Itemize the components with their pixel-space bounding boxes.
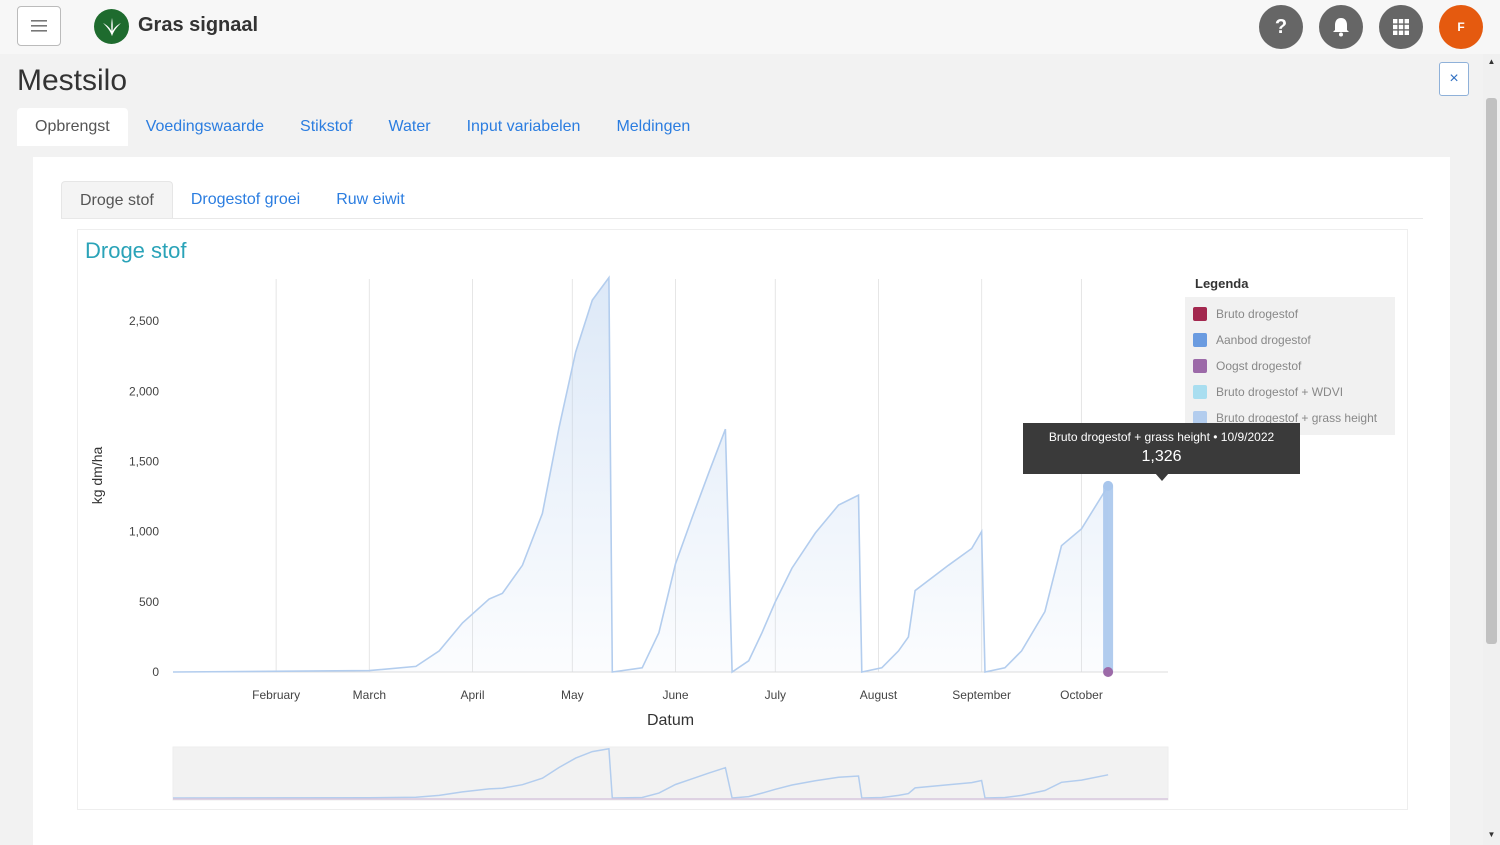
legend-label: Oogst drogestof	[1216, 359, 1302, 373]
legend-label: Bruto drogestof	[1216, 307, 1299, 321]
hover-marker	[1103, 480, 1114, 491]
close-button[interactable]: ×	[1439, 62, 1469, 96]
bell-icon	[1333, 18, 1349, 37]
chart-navigator[interactable]	[172, 746, 1169, 801]
sub-tabs-divider	[61, 218, 1423, 219]
x-tick-label: August	[860, 688, 898, 702]
x-tick-label: April	[460, 688, 484, 702]
hamburger-menu-icon	[31, 20, 47, 32]
page-scrollbar[interactable]: ▲ ▼	[1483, 54, 1500, 845]
legend-item-aanbod[interactable]: Aanbod drogestof	[1193, 330, 1311, 350]
x-tick-label: June	[662, 688, 688, 702]
hover-column	[1103, 485, 1114, 672]
tab-droge-stof[interactable]: Droge stof	[61, 181, 173, 219]
legend-item-wdvi[interactable]: Bruto drogestof + WDVI	[1193, 382, 1343, 402]
tooltip-arrow	[1155, 473, 1169, 481]
x-tick-label: March	[353, 688, 386, 702]
tab-ruw-eiwit[interactable]: Ruw eiwit	[318, 181, 422, 219]
y-tick-label: 2,000	[129, 384, 159, 398]
y-tick-label: 1,000	[129, 525, 159, 539]
oogst-marker	[1103, 667, 1114, 677]
legend-swatch	[1193, 333, 1207, 347]
legend-swatch	[1193, 385, 1207, 399]
close-icon: ×	[1449, 70, 1459, 87]
main-tabs: Opbrengst Voedingswaarde Stikstof Water …	[17, 108, 708, 146]
chart-legend: Bruto drogestof Aanbod drogestof Oogst d…	[1185, 297, 1395, 435]
top-bar: Gras signaal ? F	[0, 0, 1500, 54]
chart-tooltip: Bruto drogestof + grass height • 10/9/20…	[1023, 423, 1300, 474]
menu-button[interactable]	[17, 6, 61, 46]
x-axis-label: Datum	[647, 712, 694, 729]
help-button[interactable]: ?	[1259, 5, 1303, 49]
question-mark-icon: ?	[1274, 15, 1288, 38]
brand-name[interactable]: Gras signaal	[138, 14, 258, 37]
legend-swatch	[1193, 307, 1207, 321]
tab-voedingswaarde[interactable]: Voedingswaarde	[128, 108, 282, 146]
sub-tabs: Droge stof Drogestof groei Ruw eiwit	[61, 181, 423, 219]
apps-button[interactable]	[1379, 5, 1423, 49]
chart-series-area	[172, 275, 1114, 677]
tab-drogestof-groei[interactable]: Drogestof groei	[173, 181, 318, 219]
scroll-up-icon[interactable]: ▲	[1483, 57, 1500, 66]
y-axis-label: kg dm/ha	[89, 446, 105, 504]
tooltip-label: Bruto drogestof + grass height • 10/9/20…	[1048, 430, 1275, 444]
tooltip-value: 1,326	[1141, 448, 1182, 465]
grid-icon	[1393, 19, 1409, 35]
tab-opbrengst[interactable]: Opbrengst	[17, 108, 128, 146]
legend-label: Bruto drogestof + WDVI	[1216, 385, 1344, 399]
legend-item-oogst[interactable]: Oogst drogestof	[1193, 356, 1301, 376]
x-tick-label: May	[561, 688, 584, 702]
x-tick-label: July	[765, 688, 786, 702]
legend-title: Legenda	[1195, 276, 1249, 291]
tab-meldingen[interactable]: Meldingen	[598, 108, 708, 146]
user-avatar[interactable]: F	[1439, 5, 1483, 49]
notifications-button[interactable]	[1319, 5, 1363, 49]
y-tick-label: 500	[139, 595, 159, 609]
x-tick-label: February	[252, 688, 300, 702]
x-tick-label: October	[1060, 688, 1103, 702]
x-tick-label: September	[952, 688, 1011, 702]
page-title: Mestsilo	[17, 64, 128, 97]
series-area-fill	[173, 277, 1109, 672]
navigator-background	[172, 746, 1169, 801]
legend-swatch	[1193, 359, 1207, 373]
y-tick-label: 2,500	[129, 314, 159, 328]
tab-water[interactable]: Water	[371, 108, 449, 146]
brand-logo[interactable]	[94, 9, 129, 44]
tab-input-variabelen[interactable]: Input variabelen	[449, 108, 599, 146]
y-axis-ticks: 0 500 1,000 1,500 2,000 2,500	[129, 314, 159, 679]
tab-stikstof[interactable]: Stikstof	[282, 108, 370, 146]
y-tick-label: 0	[152, 665, 159, 679]
legend-label: Aanbod drogestof	[1216, 333, 1311, 347]
y-tick-label: 1,500	[129, 454, 159, 468]
x-axis-ticks: February March April May June July August Septe…	[252, 688, 1103, 702]
avatar-initial: F	[1457, 20, 1465, 34]
legend-item-bruto[interactable]: Bruto drogestof	[1193, 304, 1298, 324]
scroll-thumb[interactable]	[1486, 98, 1497, 644]
scroll-down-icon[interactable]: ▼	[1483, 830, 1500, 839]
grass-leaf-icon	[102, 17, 121, 36]
